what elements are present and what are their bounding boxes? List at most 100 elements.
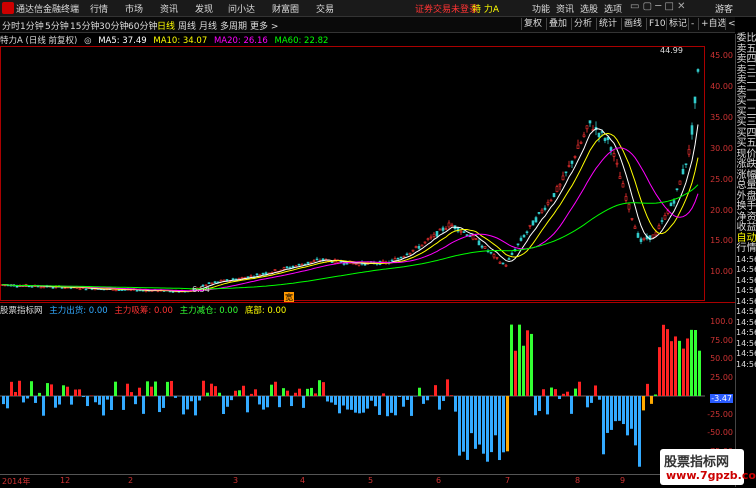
- period-day[interactable]: 日线: [157, 19, 175, 32]
- menu-hangqing[interactable]: 行情: [90, 2, 108, 15]
- btn-tongji[interactable]: 统计: [596, 18, 619, 30]
- period-more[interactable]: 更多 >: [250, 19, 278, 32]
- indicator-bar: [186, 396, 189, 409]
- indicator-bar: [30, 381, 33, 396]
- indicator-chart[interactable]: [0, 316, 705, 471]
- indicator-name[interactable]: 股票指标网: [0, 306, 43, 316]
- indicator-bar: [94, 396, 97, 402]
- btn-collapse[interactable]: <: [725, 18, 738, 30]
- candle-body: [313, 261, 315, 262]
- side-panel-label[interactable]: 14:56: [736, 255, 756, 266]
- menu-jiaoyi[interactable]: 交易: [316, 2, 334, 15]
- btn-huaxian[interactable]: 画线: [621, 18, 644, 30]
- side-panel-label[interactable]: 14:56: [736, 349, 756, 360]
- side-panel-label[interactable]: 14:56: [736, 318, 756, 329]
- side-panel-label[interactable]: 14:56: [736, 360, 756, 371]
- indicator-bar: [18, 381, 21, 396]
- menu-zixun-right[interactable]: 资讯: [556, 2, 574, 15]
- candle-body: [283, 268, 285, 270]
- menu-xuangu[interactable]: 选股: [580, 2, 598, 15]
- side-panel-label[interactable]: 14:56: [736, 286, 756, 297]
- stock-name: 特 力A: [472, 2, 499, 15]
- candle-body: [517, 244, 519, 245]
- side-panel-label[interactable]: 14:56: [736, 276, 756, 287]
- candle-body: [298, 264, 300, 265]
- axis-label-2014: 2014年: [2, 476, 30, 487]
- indicator-bar: [638, 396, 641, 467]
- indicator-bar: [238, 390, 241, 396]
- candle-body: [679, 181, 681, 184]
- side-panel-label[interactable]: 14:56: [736, 297, 756, 308]
- indicator-bar: [394, 396, 397, 415]
- btn-fenxi[interactable]: 分析: [571, 18, 594, 30]
- indicator-bar: [586, 396, 589, 407]
- candle-body: [448, 223, 450, 227]
- menu-caifuquan[interactable]: 财富圈: [272, 2, 299, 15]
- candle-body: [208, 283, 210, 284]
- indicator-bar: [686, 338, 689, 396]
- side-panel-label[interactable]: 14:56: [736, 328, 756, 339]
- period-1min[interactable]: 1分钟: [20, 19, 44, 32]
- period-30min[interactable]: 30分钟: [99, 19, 128, 32]
- ma20-line: [2, 148, 698, 291]
- side-panel-label[interactable]: 14:56: [736, 265, 756, 276]
- side-panel-label[interactable]: 14:56: [736, 339, 756, 350]
- candle-body: [586, 126, 588, 129]
- candlestick-chart[interactable]: [0, 46, 705, 301]
- indicator-bar: [578, 382, 581, 396]
- period-15min[interactable]: 15分钟: [70, 19, 99, 32]
- menu-wenxiaoda[interactable]: 问小达: [228, 2, 255, 15]
- btn-minus[interactable]: -: [688, 18, 696, 30]
- candle-body: [553, 193, 555, 196]
- menu-gongneng[interactable]: 功能: [532, 2, 550, 15]
- period-month[interactable]: 月线: [199, 19, 217, 32]
- panel-divider: [0, 302, 735, 303]
- login-notice[interactable]: 证券交易未登录: [415, 2, 478, 15]
- menu-xuanxiang[interactable]: 选项: [604, 2, 622, 15]
- indicator-axis-tick: -50.00: [707, 428, 733, 437]
- indicator-bar: [514, 351, 517, 396]
- indicator-bar: [458, 396, 461, 456]
- btn-biaoji[interactable]: 标记: [666, 18, 689, 30]
- indicator-bar: [574, 389, 577, 396]
- indicator-bar: [594, 385, 597, 396]
- indicator-bar: [378, 396, 381, 415]
- period-fenshi[interactable]: 分时: [2, 19, 20, 32]
- candle-body: [625, 196, 627, 200]
- btn-f10[interactable]: F10: [646, 18, 668, 30]
- window-icons[interactable]: ▭ ▢ ─ □ ✕: [630, 1, 685, 12]
- period-week[interactable]: 周线: [178, 19, 196, 32]
- menu-zixun[interactable]: 资讯: [160, 2, 178, 15]
- candle-body: [640, 239, 642, 242]
- period-multi[interactable]: 多周期: [220, 19, 247, 32]
- menu-shichang[interactable]: 市场: [125, 2, 143, 15]
- indicator-bar: [406, 396, 409, 400]
- period-5min[interactable]: 5分钟: [45, 19, 69, 32]
- axis-label-12: 12: [60, 476, 70, 485]
- btn-fuquan[interactable]: 复权: [521, 18, 544, 30]
- indicator-bar: [430, 395, 433, 396]
- indicator-bar: [298, 389, 301, 396]
- side-panel-label[interactable]: 14:56: [736, 307, 756, 318]
- btn-diejia[interactable]: 叠加: [546, 18, 569, 30]
- indicator-bar: [622, 396, 625, 424]
- indicator-bar: [246, 396, 249, 412]
- candle-body: [661, 221, 663, 222]
- side-panel-label[interactable]: 行情: [736, 244, 756, 255]
- candle-body: [523, 235, 525, 237]
- period-60min[interactable]: 60分钟: [128, 19, 157, 32]
- indicator-bar: [98, 396, 101, 405]
- axis-label-6: 6: [436, 476, 441, 485]
- indicator-bar: [386, 396, 389, 416]
- indicator-bar: [54, 396, 57, 408]
- btn-add-favorite[interactable]: +自选: [698, 18, 729, 30]
- user-guest[interactable]: 游客: [715, 2, 733, 15]
- low-price-label: 6.54: [192, 285, 210, 294]
- indicator-bar: [610, 396, 613, 430]
- period-toolbar: 分时 1分钟 5分钟 15分钟 30分钟 60分钟 日线 周线 月线 多周期 更…: [0, 17, 735, 33]
- indicator-bar: [90, 395, 93, 396]
- menu-faxian[interactable]: 发现: [195, 2, 213, 15]
- indicator-bar: [158, 396, 161, 412]
- ma60-value: MA60: 22.82: [275, 36, 329, 46]
- indicator-bar: [694, 330, 697, 396]
